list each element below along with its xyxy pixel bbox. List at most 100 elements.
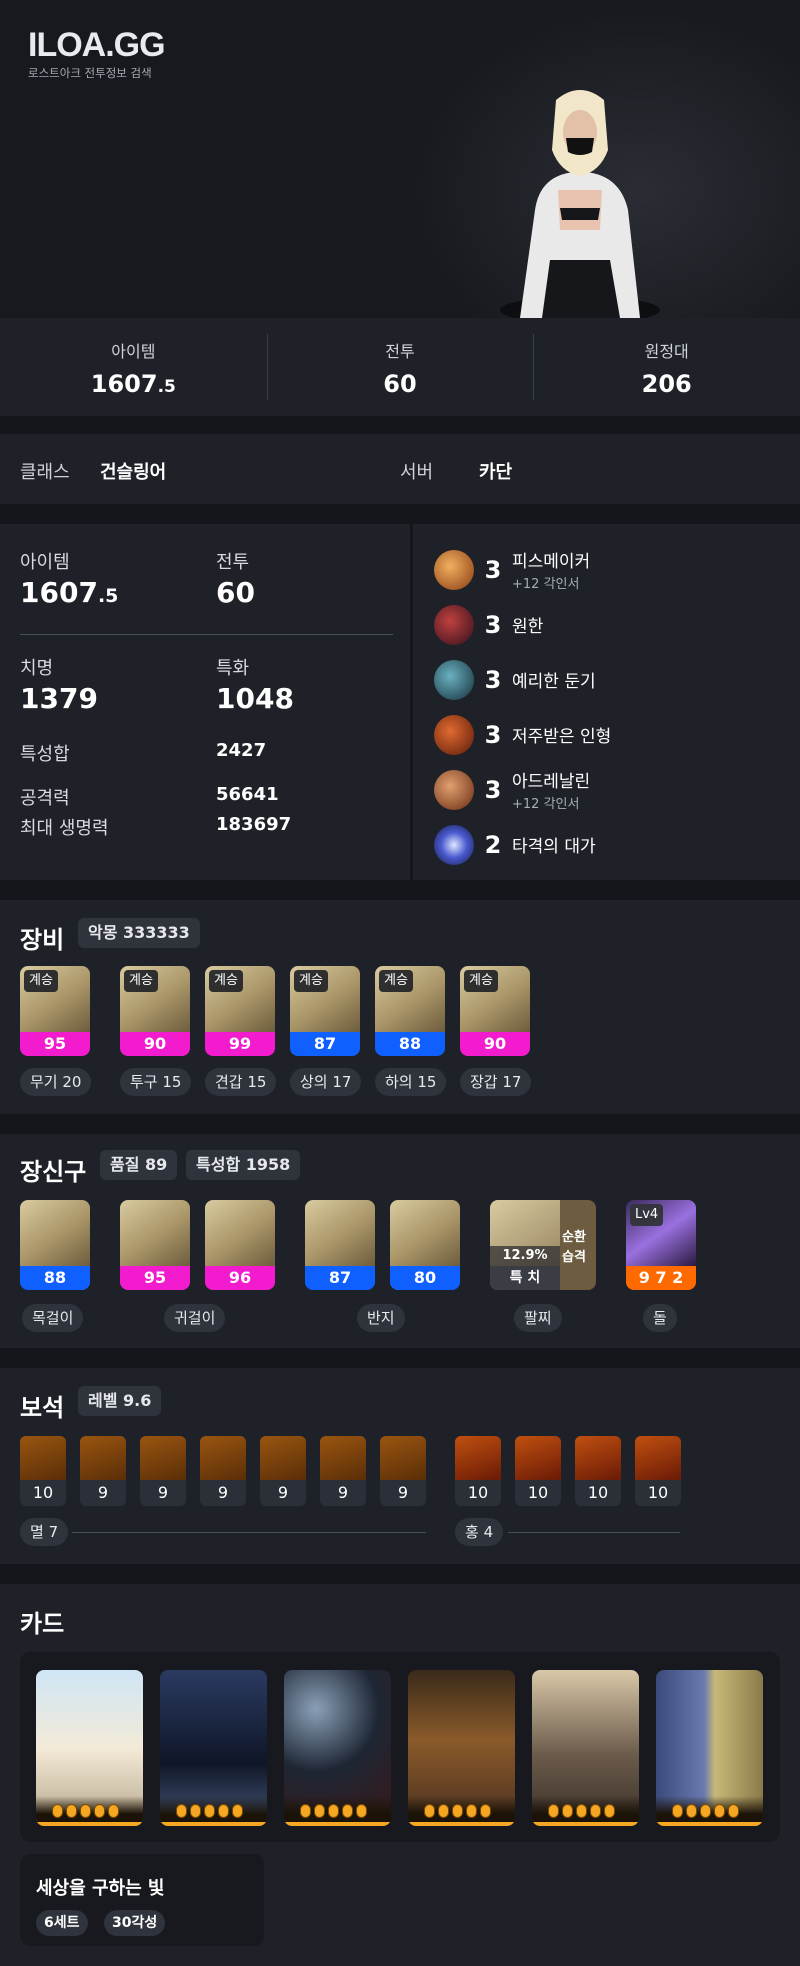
annihilation-gem[interactable]: 9: [380, 1436, 426, 1506]
summary-value: 60: [383, 370, 417, 398]
gem-level: 9: [397, 1483, 409, 1502]
card-set-awakening: 30각성: [104, 1910, 166, 1936]
awakening-gems: [300, 1804, 367, 1818]
card-item[interactable]: [408, 1670, 515, 1826]
necklace-icon: [20, 1200, 90, 1266]
summary-label: 원정대: [644, 342, 689, 361]
awakening-gems: [424, 1804, 491, 1818]
specialization-value: 1048: [216, 682, 294, 715]
quality-bar: 99: [205, 1032, 275, 1056]
accessory-bracelet[interactable]: 12.9% 특 치 순환 습격: [490, 1200, 596, 1290]
engraving-name: 예리한 둔기: [512, 672, 596, 692]
engraving-level: 3: [484, 555, 502, 584]
card-item[interactable]: [284, 1670, 391, 1826]
crimson-gem[interactable]: 10: [635, 1436, 681, 1506]
adrenaline-engraving-icon: [434, 769, 474, 810]
summary-bar: 아이템 1607.5 전투 60 원정대 206: [0, 318, 800, 416]
annihilation-gem[interactable]: 9: [260, 1436, 306, 1506]
slot-label: 장갑 17: [460, 1068, 532, 1096]
cursed-doll-engraving-icon: [434, 714, 474, 755]
engraving-level: 3: [484, 720, 502, 749]
keen-blunt-weapon-engraving-icon: [434, 659, 474, 700]
engraving-list: 3 피스메이커 +12 각인서 3 원한 3 예리한 둔기 3 저주받은 인형 3…: [434, 542, 794, 872]
crimson-gem[interactable]: 10: [575, 1436, 621, 1506]
gem-level: 9: [97, 1483, 109, 1502]
awakening-gems: [672, 1804, 739, 1818]
summary-label: 전투: [385, 342, 415, 361]
equipment-weapon[interactable]: 계승 95: [20, 966, 90, 1056]
tier-badge: 계승: [379, 970, 413, 992]
crimson-gem[interactable]: 10: [515, 1436, 561, 1506]
annihilation-gem[interactable]: 10: [20, 1436, 66, 1506]
card-item[interactable]: [532, 1670, 639, 1826]
gem-section: 보석 레벨 9.6 10 9 9 9 9 9 9 10 10 10 10 멸 7…: [0, 1368, 800, 1564]
engraving-name: 아드레날린: [512, 772, 591, 792]
hit-master-engraving-icon: [434, 824, 474, 865]
awakening-gems: [52, 1804, 119, 1818]
engraving-name: 저주받은 인형: [512, 727, 612, 747]
engraving-item[interactable]: 3 저주받은 인형: [434, 707, 794, 762]
accessory-title: 장신구: [20, 1158, 87, 1186]
gem-level: 9: [337, 1483, 349, 1502]
crit-label: 치명: [20, 658, 54, 679]
bracelet-label: 팔찌: [514, 1304, 562, 1332]
accessory-stone[interactable]: Lv4 9 7 2: [626, 1200, 696, 1290]
card-set-name: 세상을 구하는 빛: [36, 1878, 165, 1899]
gem-icon: [140, 1436, 186, 1480]
grudge-engraving-icon: [434, 604, 474, 645]
quality-badge: 품질 89: [100, 1150, 178, 1180]
summary-item-level: 아이템 1607.5: [0, 318, 267, 416]
gem-icon: [260, 1436, 306, 1480]
site-logo[interactable]: ILOA.GG: [28, 26, 166, 65]
earring-icon: [205, 1200, 275, 1266]
engraving-name: 원한: [512, 617, 544, 637]
accessory-necklace[interactable]: 88: [20, 1200, 90, 1290]
crimson-gem[interactable]: 10: [455, 1436, 501, 1506]
accessory-ring[interactable]: 80: [390, 1200, 460, 1290]
annihilation-gem[interactable]: 9: [80, 1436, 126, 1506]
annihilation-gem[interactable]: 9: [320, 1436, 366, 1506]
gem-level-badge: 레벨 9.6: [78, 1386, 162, 1416]
engraving-book: +12 각인서: [512, 577, 580, 592]
annihilation-gem[interactable]: 9: [140, 1436, 186, 1506]
accessory-earring[interactable]: 96: [205, 1200, 275, 1290]
engraving-item[interactable]: 2 타격의 대가: [434, 817, 794, 872]
equipment-shoulder[interactable]: 계승 99: [205, 966, 275, 1056]
engraving-item[interactable]: 3 피스메이커 +12 각인서: [434, 542, 794, 597]
equipment-pants[interactable]: 계승 88: [375, 966, 445, 1056]
crimson-count: 홍 4: [455, 1518, 504, 1546]
class-value: 건슬링어: [100, 462, 167, 483]
accessory-earring[interactable]: 95: [120, 1200, 190, 1290]
stats-panel: 아이템 1607.5 전투 60 치명 1379 특화 1048 특성합 242…: [0, 524, 800, 880]
bracelet-effect: 습격: [562, 1250, 586, 1265]
card-item[interactable]: [160, 1670, 267, 1826]
item-level-value: 1607.5: [20, 576, 119, 609]
attack-power-label: 공격력: [20, 788, 70, 809]
bracelet-effect: 순환: [562, 1230, 586, 1245]
engraving-item[interactable]: 3 아드레날린 +12 각인서: [434, 762, 794, 817]
card-item[interactable]: [36, 1670, 143, 1826]
summary-combat-level: 전투 60: [266, 318, 534, 416]
slot-label: 투구 15: [120, 1068, 192, 1096]
engraving-item[interactable]: 3 원한: [434, 597, 794, 652]
gem-icon: [80, 1436, 126, 1480]
equipment-chest[interactable]: 계승 87: [290, 966, 360, 1056]
annihilation-gem[interactable]: 9: [200, 1436, 246, 1506]
site-subtitle: 로스트아크 전투정보 검색: [28, 66, 152, 80]
gem-title: 보석: [20, 1394, 65, 1422]
card-set-box[interactable]: 세상을 구하는 빛 6세트 30각성: [20, 1854, 264, 1946]
equipment-set-badge: 악몽 333333: [78, 918, 200, 948]
gem-level: 9: [217, 1483, 229, 1502]
max-hp-value: 183697: [216, 814, 292, 835]
engraving-level: 3: [484, 775, 502, 804]
gem-level: 10: [647, 1483, 669, 1502]
accessory-ring[interactable]: 87: [305, 1200, 375, 1290]
equipment-helmet[interactable]: 계승 90: [120, 966, 190, 1056]
equipment-gloves[interactable]: 계승 90: [460, 966, 530, 1056]
class-server-row: 클래스 건슬링어 서버 카단: [0, 434, 800, 504]
gem-icon: [455, 1436, 501, 1480]
card-item[interactable]: [656, 1670, 763, 1826]
engraving-item[interactable]: 3 예리한 둔기: [434, 652, 794, 707]
tier-badge: 계승: [209, 970, 243, 992]
summary-value: 206: [641, 370, 692, 398]
